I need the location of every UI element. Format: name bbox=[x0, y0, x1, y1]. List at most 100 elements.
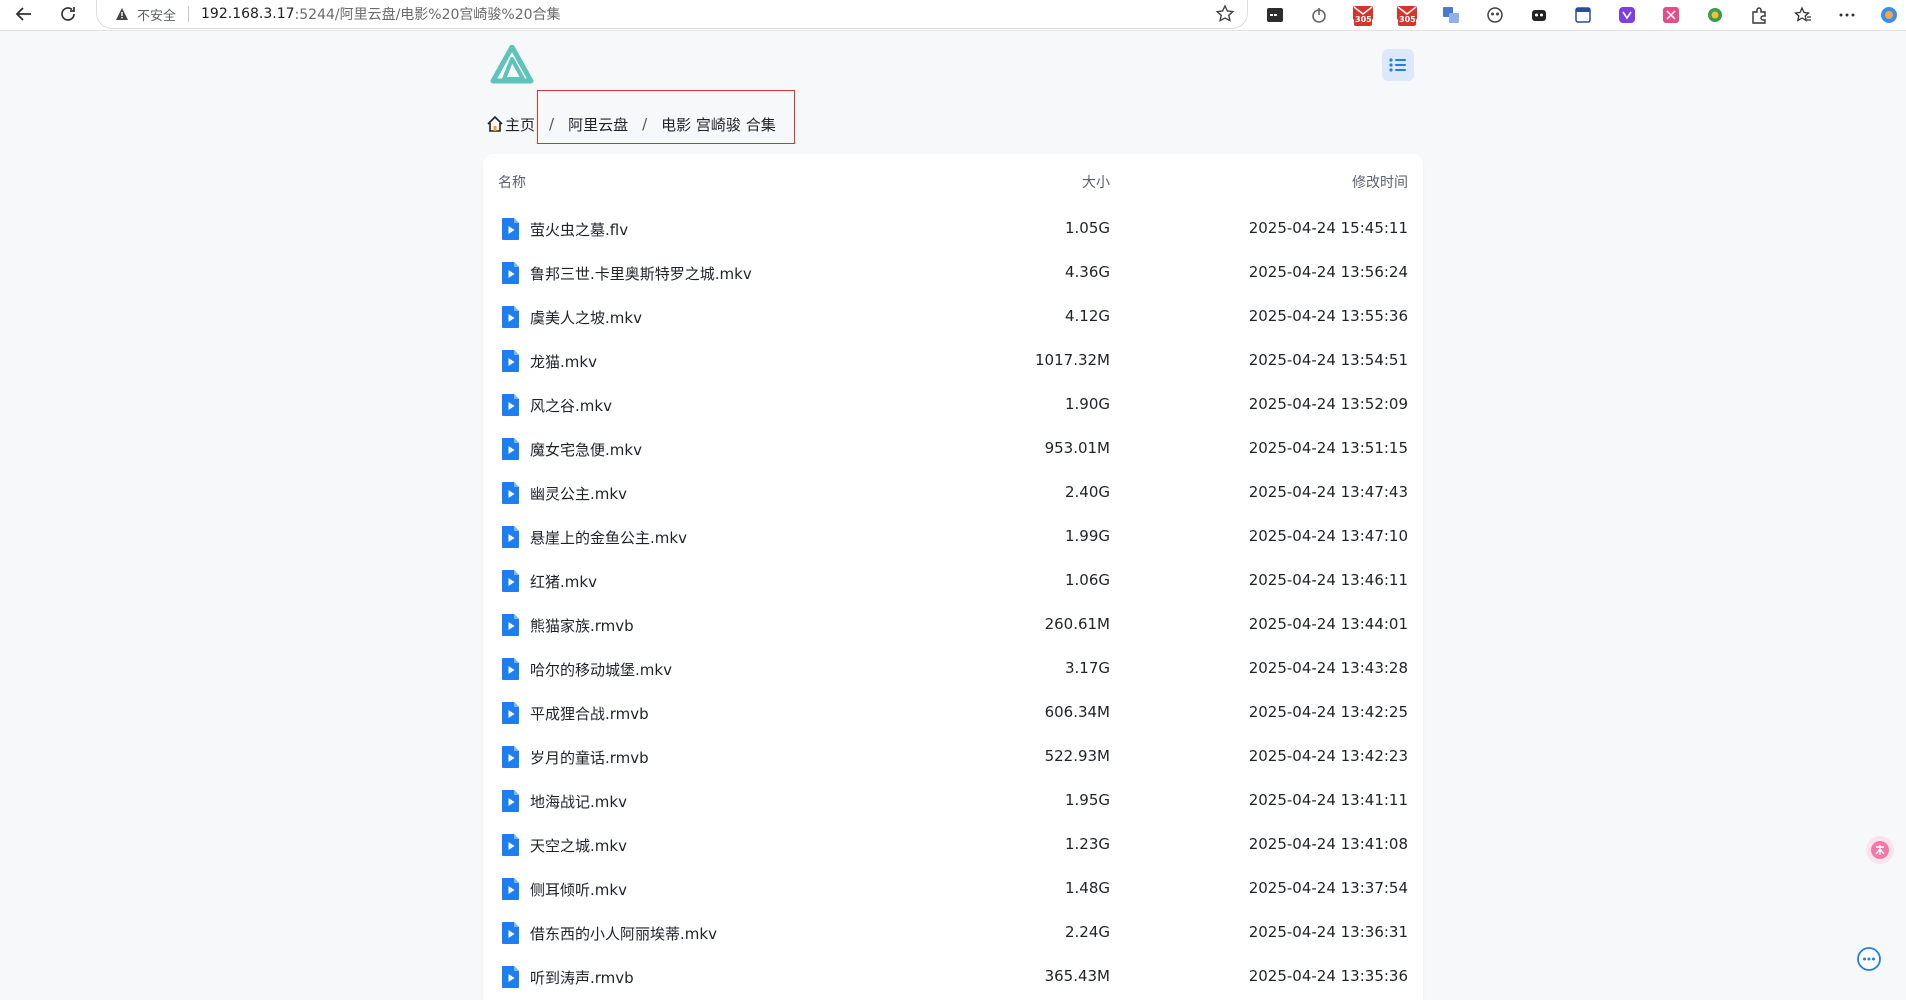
column-header-name[interactable]: 名称 bbox=[498, 172, 526, 192]
purple-extension-icon[interactable] bbox=[1616, 4, 1638, 26]
more-menu-icon[interactable] bbox=[1836, 4, 1858, 26]
table-row[interactable]: 岁月的童话.rmvb 522.93M 2025-04-24 13:42:23 bbox=[483, 734, 1423, 778]
table-row[interactable]: 红猪.mkv 1.06G 2025-04-24 13:46:11 bbox=[483, 558, 1423, 602]
file-size: 2.40G bbox=[1064, 483, 1110, 501]
video-file-icon bbox=[502, 526, 519, 548]
mail-extension-icon[interactable]: 305 bbox=[1352, 4, 1374, 26]
file-name[interactable]: 平成狸合战.rmvb bbox=[530, 703, 649, 724]
table-row[interactable]: 虞美人之坡.mkv 4.12G 2025-04-24 13:55:36 bbox=[483, 294, 1423, 338]
table-row[interactable]: 天空之城.mkv 1.23G 2025-04-24 13:41:08 bbox=[483, 822, 1423, 866]
table-row[interactable]: 鲁邦三世.卡里奥斯特罗之城.mkv 4.36G 2025-04-24 13:56:2… bbox=[483, 250, 1423, 294]
power-icon[interactable] bbox=[1308, 4, 1330, 26]
column-header-size[interactable]: 大小 bbox=[1082, 172, 1110, 192]
translate-float-icon[interactable] bbox=[1866, 836, 1894, 864]
file-name[interactable]: 哈尔的移动城堡.mkv bbox=[530, 659, 672, 680]
table-row[interactable]: 幽灵公主.mkv 2.40G 2025-04-24 13:47:43 bbox=[483, 470, 1423, 514]
file-size: 4.12G bbox=[1064, 307, 1110, 325]
table-row[interactable]: 平成狸合战.rmvb 606.34M 2025-04-24 13:42:25 bbox=[483, 690, 1423, 734]
file-name[interactable]: 龙猫.mkv bbox=[530, 351, 597, 372]
file-modified-time: 2025-04-24 13:55:36 bbox=[1248, 307, 1408, 325]
file-name[interactable]: 虞美人之坡.mkv bbox=[530, 307, 642, 328]
file-name[interactable]: 魔女宅急便.mkv bbox=[530, 439, 642, 460]
file-name[interactable]: 听到涛声.rmvb bbox=[530, 967, 634, 988]
file-size: 1.05G bbox=[1064, 219, 1110, 237]
video-file-icon bbox=[502, 218, 519, 240]
file-size: 1017.32M bbox=[1035, 351, 1110, 369]
list-view-toggle-button[interactable] bbox=[1382, 49, 1414, 81]
file-modified-time: 2025-04-24 13:41:11 bbox=[1248, 791, 1408, 809]
column-header-modified[interactable]: 修改时间 bbox=[1352, 172, 1408, 192]
list-icon bbox=[1389, 58, 1406, 72]
security-label[interactable]: 不安全 bbox=[137, 5, 176, 24]
table-row[interactable]: 悬崖上的金鱼公主.mkv 1.99G 2025-04-24 13:47:10 bbox=[483, 514, 1423, 558]
mail-badge-count: 305 bbox=[1355, 15, 1372, 24]
file-name[interactable]: 悬崖上的金鱼公主.mkv bbox=[530, 527, 687, 548]
table-row[interactable]: 魔女宅急便.mkv 953.01M 2025-04-24 13:51:15 bbox=[483, 426, 1423, 470]
mail-extension-icon-2[interactable]: 305 bbox=[1396, 4, 1418, 26]
table-row[interactable]: 风之谷.mkv 1.90G 2025-04-24 13:52:09 bbox=[483, 382, 1423, 426]
file-size: 1.06G bbox=[1064, 571, 1110, 589]
breadcrumb-aliyun[interactable]: 阿里云盘 bbox=[568, 114, 628, 135]
table-row[interactable]: 地海战记.mkv 1.95G 2025-04-24 13:41:11 bbox=[483, 778, 1423, 822]
bookmark-star-icon[interactable] bbox=[1215, 4, 1235, 24]
file-name[interactable]: 鲁邦三世.卡里奥斯特罗之城.mkv bbox=[530, 263, 752, 284]
file-size: 953.01M bbox=[1044, 439, 1110, 457]
table-row[interactable]: 听到涛声.rmvb 365.43M 2025-04-24 13:35:36 bbox=[483, 954, 1423, 998]
browser-toolbar: 不安全 192.168.3.17:5244/阿里云盘/电影%20宫崎骏%20合集… bbox=[0, 0, 1906, 31]
file-name[interactable]: 侧耳倾听.mkv bbox=[530, 879, 627, 900]
owl-extension-icon[interactable] bbox=[1484, 4, 1506, 26]
video-file-icon bbox=[502, 350, 519, 372]
file-modified-time: 2025-04-24 13:36:31 bbox=[1248, 923, 1408, 941]
table-row[interactable]: 哈尔的移动城堡.mkv 3.17G 2025-04-24 13:43:28 bbox=[483, 646, 1423, 690]
translate-icon[interactable] bbox=[1440, 4, 1462, 26]
breadcrumb-current-folder[interactable]: 电影 宫崎骏 合集 bbox=[661, 114, 776, 135]
globe-extension-icon[interactable] bbox=[1704, 4, 1726, 26]
reload-icon[interactable] bbox=[54, 0, 82, 28]
table-row[interactable]: 侧耳倾听.mkv 1.48G 2025-04-24 13:37:54 bbox=[483, 866, 1423, 910]
window-extension-icon[interactable] bbox=[1572, 4, 1594, 26]
video-file-icon bbox=[502, 658, 519, 680]
copilot-icon[interactable] bbox=[1878, 4, 1900, 26]
file-modified-time: 2025-04-24 13:43:28 bbox=[1248, 659, 1408, 677]
video-file-icon bbox=[502, 394, 519, 416]
file-modified-time: 2025-04-24 13:42:23 bbox=[1248, 747, 1408, 765]
file-size: 1.48G bbox=[1064, 879, 1110, 897]
file-name[interactable]: 熊猫家族.rmvb bbox=[530, 615, 634, 636]
pink-extension-icon[interactable] bbox=[1660, 4, 1682, 26]
file-modified-time: 2025-04-24 13:54:51 bbox=[1248, 351, 1408, 369]
file-name[interactable]: 萤火虫之墓.flv bbox=[530, 219, 628, 240]
file-name[interactable]: 借东西的小人阿丽埃蒂.mkv bbox=[530, 923, 717, 944]
file-name[interactable]: 地海战记.mkv bbox=[530, 791, 627, 812]
file-name[interactable]: 风之谷.mkv bbox=[530, 395, 612, 416]
app-logo[interactable] bbox=[490, 44, 534, 85]
home-icon[interactable] bbox=[486, 115, 504, 133]
url-path: :5244/阿里云盘/电影%20宫崎骏%20合集 bbox=[294, 7, 561, 23]
file-name[interactable]: 红猪.mkv bbox=[530, 571, 597, 592]
url-host: 192.168.3.17 bbox=[201, 6, 295, 22]
table-row[interactable]: 借东西的小人阿丽埃蒂.mkv 2.24G 2025-04-24 13:36:31 bbox=[483, 910, 1423, 954]
file-size: 1.95G bbox=[1064, 791, 1110, 809]
puzzle-extensions-icon[interactable] bbox=[1748, 4, 1770, 26]
table-row[interactable]: 萤火虫之墓.flv 1.05G 2025-04-24 15:45:11 bbox=[483, 206, 1423, 250]
file-name[interactable]: 岁月的童话.rmvb bbox=[530, 747, 649, 768]
back-arrow-icon[interactable] bbox=[10, 0, 38, 28]
extension-terminal-icon[interactable] bbox=[1264, 4, 1286, 26]
table-row[interactable]: 熊猫家族.rmvb 260.61M 2025-04-24 13:44:01 bbox=[483, 602, 1423, 646]
video-file-icon bbox=[502, 966, 519, 988]
breadcrumb-separator: / bbox=[549, 115, 555, 133]
file-modified-time: 2025-04-24 13:35:36 bbox=[1248, 967, 1408, 985]
file-name[interactable]: 天空之城.mkv bbox=[530, 835, 627, 856]
file-size: 4.36G bbox=[1064, 263, 1110, 281]
breadcrumb-home[interactable]: 主页 bbox=[505, 114, 535, 135]
table-row[interactable]: 龙猫.mkv 1017.32M 2025-04-24 13:54:51 bbox=[483, 338, 1423, 382]
ghost-extension-icon[interactable] bbox=[1528, 4, 1550, 26]
file-size: 3.17G bbox=[1064, 659, 1110, 677]
file-modified-time: 2025-04-24 13:47:43 bbox=[1248, 483, 1408, 501]
address-bar[interactable]: 不安全 192.168.3.17:5244/阿里云盘/电影%20宫崎骏%20合集 bbox=[96, 0, 1248, 29]
file-size: 606.34M bbox=[1044, 703, 1110, 721]
favorites-icon[interactable] bbox=[1792, 4, 1814, 26]
breadcrumb-separator: / bbox=[642, 115, 648, 133]
video-file-icon bbox=[502, 746, 519, 768]
file-name[interactable]: 幽灵公主.mkv bbox=[530, 483, 627, 504]
chat-bubble-icon[interactable] bbox=[1855, 945, 1883, 973]
